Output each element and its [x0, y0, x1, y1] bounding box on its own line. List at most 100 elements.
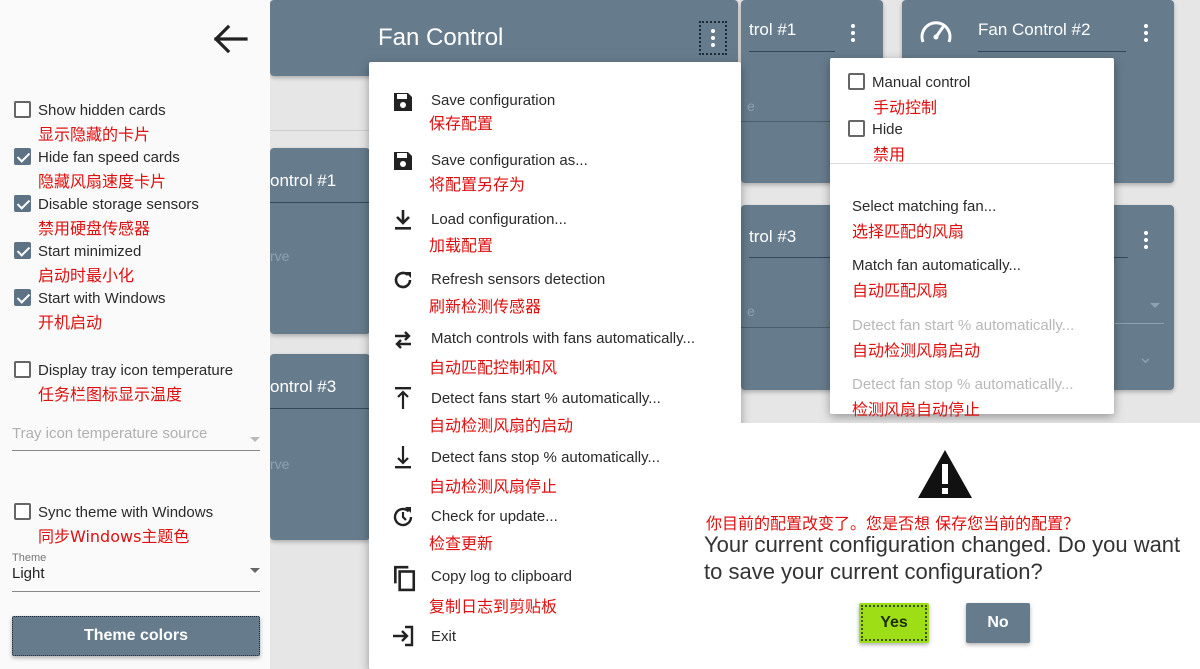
- menu-item-load[interactable]: Load configuration... 加载配置: [369, 208, 741, 264]
- theme-colors-button[interactable]: Theme colors: [12, 616, 260, 656]
- tray-source-placeholder: Tray icon temperature source: [12, 425, 208, 442]
- menu-item-label-cn: 刷新检测传感器: [429, 297, 542, 316]
- caret-down-icon: [250, 437, 260, 442]
- fan-card-1-title: trol #1: [749, 20, 797, 39]
- menu-item-save-as[interactable]: Save configuration as... 将配置另存为: [369, 149, 741, 205]
- menu-item-detect-stop[interactable]: Detect fans stop % automatically... 自动检测…: [369, 445, 741, 501]
- speedometer-icon: [920, 21, 952, 43]
- option-label-cn: 禁用硬盘传感器: [38, 219, 151, 238]
- checkbox-hide[interactable]: [848, 120, 865, 137]
- ctx-item-label-cn: 手动控制: [873, 98, 938, 117]
- fan-card-left-3-curve-hint: rve: [270, 456, 290, 472]
- card-divider: [270, 130, 370, 131]
- ctx-item-match-auto[interactable]: Match fan automatically... 自动匹配风扇: [852, 257, 1021, 301]
- header-menu-kebab-icon[interactable]: [699, 21, 727, 55]
- update-clock-icon: [393, 507, 413, 527]
- menu-item-label-cn: 保存配置: [429, 114, 494, 133]
- ctx-item-label: Manual control: [872, 74, 971, 91]
- ctx-item-label-cn: 禁用: [873, 145, 906, 164]
- fan-card-4-kebab-icon[interactable]: [1136, 227, 1156, 253]
- option-label-cn: 隐藏风扇速度卡片: [38, 172, 167, 191]
- option-hide-fan-speed-cards[interactable]: Hide fan speed cards 隐藏风扇速度卡片: [14, 148, 266, 192]
- refresh-icon: [394, 271, 412, 289]
- option-label-cn: 启动时最小化: [38, 266, 135, 285]
- ctx-item-manual-control[interactable]: Manual control 手动控制: [848, 73, 970, 118]
- ctx-divider: [830, 163, 1114, 164]
- theme-select-value: Light: [12, 565, 45, 582]
- menu-item-label-cn: 自动匹配控制和风: [429, 358, 558, 377]
- fan-card-left-3-underline: [270, 408, 370, 409]
- ctx-item-detect-start: Detect fan start % automatically... 自动检测…: [852, 317, 1074, 361]
- checkbox-hide-fan-speed-cards[interactable]: [14, 148, 31, 165]
- fan-card-2-title: Fan Control #2: [978, 20, 1091, 39]
- menu-item-detect-start[interactable]: Detect fans start % automatically... 自动检…: [369, 386, 741, 442]
- menu-item-refresh[interactable]: Refresh sensors detection 刷新检测传感器: [369, 268, 741, 324]
- ctx-item-hide[interactable]: Hide 禁用: [848, 120, 905, 165]
- fan-card-1-kebab-icon[interactable]: [843, 20, 863, 46]
- dialog-message: Your current configuration changed. Do y…: [704, 532, 1181, 584]
- menu-item-label-cn: 复制日志到剪贴板: [429, 597, 558, 616]
- option-label-cn: 同步Windows主题色: [38, 527, 190, 546]
- checkbox-display-tray-temperature[interactable]: [14, 361, 31, 378]
- caret-down-icon: [250, 568, 260, 573]
- checkbox-show-hidden-cards[interactable]: [14, 101, 31, 118]
- option-start-minimized[interactable]: Start minimized 启动时最小化: [14, 242, 266, 286]
- menu-item-copy-log[interactable]: Copy log to clipboard 复制日志到剪贴板: [369, 564, 741, 620]
- checkbox-start-with-windows[interactable]: [14, 289, 31, 306]
- option-display-tray-temperature[interactable]: Display tray icon temperature 任务栏图标显示温度: [14, 361, 266, 405]
- fan-card-left-3-title: ontrol #3: [270, 377, 337, 396]
- floppy-disk-icon: [394, 93, 412, 111]
- main-dropdown-menu: Save configuration 保存配置 Save configurati…: [369, 62, 741, 669]
- option-start-with-windows[interactable]: Start with Windows 开机启动: [14, 289, 266, 333]
- arrow-up-bar-icon: [395, 387, 411, 409]
- ctx-item-detect-stop: Detect fan stop % automatically... 检测风扇自…: [852, 376, 1074, 420]
- theme-select[interactable]: Theme Light: [12, 552, 260, 592]
- menu-item-label: Save configuration: [431, 92, 556, 109]
- option-disable-storage-sensors[interactable]: Disable storage sensors 禁用硬盘传感器: [14, 195, 266, 239]
- option-show-hidden-cards[interactable]: Show hidden cards 显示隐藏的卡片: [14, 101, 266, 145]
- option-label: Hide fan speed cards: [38, 149, 180, 166]
- menu-item-label: Exit: [431, 628, 457, 645]
- menu-item-label-cn: 将配置另存为: [429, 175, 526, 194]
- back-arrow-icon[interactable]: [210, 22, 250, 62]
- ctx-item-label: Hide: [872, 121, 903, 138]
- fan-card-left-1: ontrol #1 rve: [270, 148, 370, 334]
- yes-button[interactable]: Yes: [859, 603, 929, 643]
- menu-item-label-cn: 加载配置: [429, 236, 494, 255]
- menu-item-label: Detect fans start % automatically...: [431, 390, 661, 407]
- menu-item-check-update[interactable]: Check for update... 检查更新: [369, 505, 741, 561]
- fan-card-left-3: ontrol #3 rve: [270, 354, 370, 540]
- no-button[interactable]: No: [966, 603, 1030, 643]
- exit-icon: [393, 625, 414, 647]
- ctx-item-label: Detect fan stop % automatically...: [852, 376, 1074, 393]
- menu-item-label: Detect fans stop % automatically...: [431, 449, 660, 466]
- menu-item-label: Load configuration...: [431, 211, 567, 228]
- fan-card-4-caret-icon[interactable]: [1150, 303, 1160, 308]
- menu-item-exit[interactable]: Exit: [369, 624, 741, 669]
- option-sync-theme[interactable]: Sync theme with Windows 同步Windows主题色: [14, 503, 266, 547]
- ctx-item-select-matching[interactable]: Select matching fan... 选择匹配的风扇: [852, 198, 996, 242]
- fan-card-4-chevron-down-icon[interactable]: ⌄: [1138, 347, 1153, 368]
- option-label: Display tray icon temperature: [38, 362, 234, 379]
- fan-card-left-1-curve-hint: rve: [270, 248, 290, 264]
- ctx-item-label: Match fan automatically...: [852, 257, 1021, 274]
- checkbox-sync-theme[interactable]: [14, 503, 31, 520]
- menu-item-save[interactable]: Save configuration 保存配置: [369, 90, 741, 146]
- ctx-item-label-cn: 自动检测风扇启动: [852, 341, 981, 360]
- option-label: Sync theme with Windows: [38, 504, 214, 521]
- tray-source-select[interactable]: Tray icon temperature source: [12, 425, 260, 451]
- floppy-disk-icon: [394, 152, 412, 170]
- menu-item-label: Match controls with fans automatically..…: [431, 330, 695, 347]
- checkbox-start-minimized[interactable]: [14, 242, 31, 259]
- card-context-menu: Manual control 手动控制 Hide 禁用 Select match…: [830, 58, 1114, 419]
- menu-item-match-controls[interactable]: Match controls with fans automatically..…: [369, 328, 741, 384]
- arrow-down-bar-icon: [395, 446, 411, 469]
- option-label: Start minimized: [38, 243, 142, 260]
- option-label: Start with Windows: [38, 290, 166, 307]
- fan-card-2-kebab-icon[interactable]: [1136, 20, 1156, 46]
- checkbox-disable-storage-sensors[interactable]: [14, 195, 31, 212]
- fan-card-2-underline: [978, 51, 1126, 52]
- checkbox-manual-control[interactable]: [848, 73, 865, 90]
- fan-card-left-1-underline: [270, 202, 370, 203]
- copy-icon: [394, 565, 416, 592]
